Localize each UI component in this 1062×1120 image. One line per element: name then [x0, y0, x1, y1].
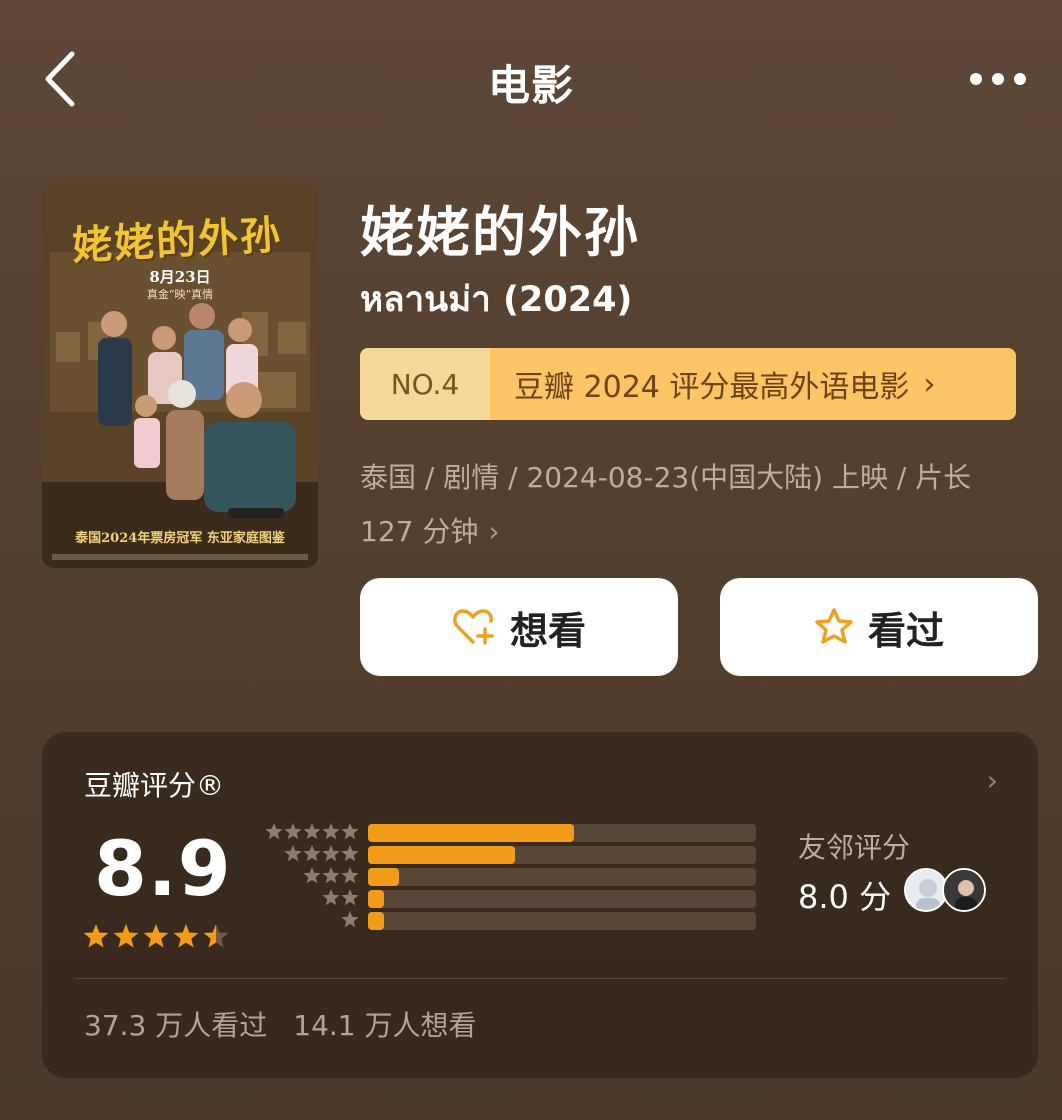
avatar-image	[944, 870, 984, 910]
chevron-right-icon[interactable]: ›	[987, 764, 998, 797]
friends-rating-score: 8.0 分	[798, 878, 892, 916]
poster-tagline-text: 真金“映”真情	[146, 288, 214, 301]
movie-duration-link[interactable]: 127 分钟 ›	[360, 510, 500, 550]
watch-stats: 37.3 万人看过 14.1 万人想看	[84, 1004, 477, 1044]
star-icon	[83, 924, 109, 948]
wish-count[interactable]: 14.1 万人想看	[293, 1009, 476, 1042]
want-to-watch-label: 想看	[509, 608, 586, 653]
distribution-star-labels	[265, 823, 358, 928]
star-icon	[173, 924, 199, 948]
distribution-star-icon	[322, 845, 340, 862]
distribution-star-icon	[265, 823, 283, 840]
poster-title-text: 姥姥的外孙	[71, 211, 284, 270]
movie-original-title: หลานม่า (2024)	[360, 280, 633, 320]
distribution-star-icon	[322, 823, 340, 840]
distribution-star-icon	[303, 867, 321, 884]
page-title: 电影	[487, 61, 574, 110]
distribution-bar-fill	[368, 912, 384, 930]
rank-number: NO.4	[360, 348, 490, 420]
distribution-bar-fill	[368, 868, 400, 886]
rating-score: 8.9	[94, 824, 232, 913]
distribution-bar	[368, 824, 756, 842]
rating-stars	[83, 924, 229, 948]
distribution-bar-fill	[368, 846, 516, 864]
more-button[interactable]	[968, 68, 1028, 90]
distribution-star-icon	[303, 823, 321, 840]
distribution-bar-fill	[368, 824, 574, 842]
chevron-right-icon: ›	[488, 515, 500, 548]
poster-date-text: 8月23日	[149, 268, 211, 286]
distribution-bar	[368, 890, 756, 908]
poster-bottom-text: 泰国2024年票房冠军 东亚家庭图鉴	[75, 531, 285, 546]
distribution-star-icon	[341, 911, 358, 928]
heart-plus-icon	[453, 609, 494, 645]
friends-rating-label: 友邻评分	[798, 831, 911, 864]
chevron-right-icon: ›	[923, 366, 936, 402]
seen-count[interactable]: 37.3 万人看过	[84, 1009, 267, 1042]
navigation-bar: 电影	[0, 0, 1062, 160]
movie-meta-line: 泰国 / 剧情 / 2024-08-23(中国大陆) 上映 / 片长	[360, 461, 972, 494]
star-icon	[203, 924, 229, 948]
more-dots-icon	[970, 73, 1026, 85]
divider	[74, 978, 1006, 979]
distribution-bar	[368, 912, 756, 930]
rating-distribution	[368, 824, 756, 936]
distribution-star-icon	[322, 889, 340, 906]
distribution-star-icon	[341, 867, 358, 884]
distribution-star-icon	[322, 867, 340, 884]
distribution-star-icon	[341, 823, 358, 840]
distribution-star-icon	[284, 845, 302, 862]
rating-card[interactable]: 豆瓣评分® › 8.9 友邻评分 8.0 分 37.3 万人看过 14.1 万人…	[42, 732, 1038, 1078]
star-icon	[143, 924, 169, 948]
distribution-star-icon	[341, 845, 358, 862]
rank-description: 豆瓣 2024 评分最高外语电影 ›	[490, 348, 1016, 420]
distribution-bar	[368, 846, 756, 864]
distribution-star-icon	[303, 845, 321, 862]
star-icon	[113, 924, 139, 948]
want-to-watch-button[interactable]: 想看	[360, 578, 678, 676]
star-outline-icon	[815, 608, 853, 644]
watched-label: 看过	[867, 608, 944, 653]
watched-button[interactable]: 看过	[720, 578, 1038, 676]
rank-banner[interactable]: NO.4 豆瓣 2024 评分最高外语电影 ›	[360, 348, 1016, 420]
movie-duration: 127 分钟	[360, 515, 479, 548]
distribution-star-icon	[284, 823, 302, 840]
movie-title: 姥姥的外孙	[360, 201, 640, 264]
distribution-star-icon	[341, 889, 358, 906]
distribution-bar-fill	[368, 890, 384, 908]
movie-poster[interactable]: 姥姥的外孙 8月23日 真金“映”真情 泰国2024年票房冠军 东亚家庭图鉴	[42, 182, 318, 568]
rank-text-label: 豆瓣 2024 评分最高外语电影	[514, 370, 910, 405]
rating-header: 豆瓣评分®	[84, 769, 225, 802]
avatar[interactable]	[942, 868, 986, 912]
distribution-bar	[368, 868, 756, 886]
